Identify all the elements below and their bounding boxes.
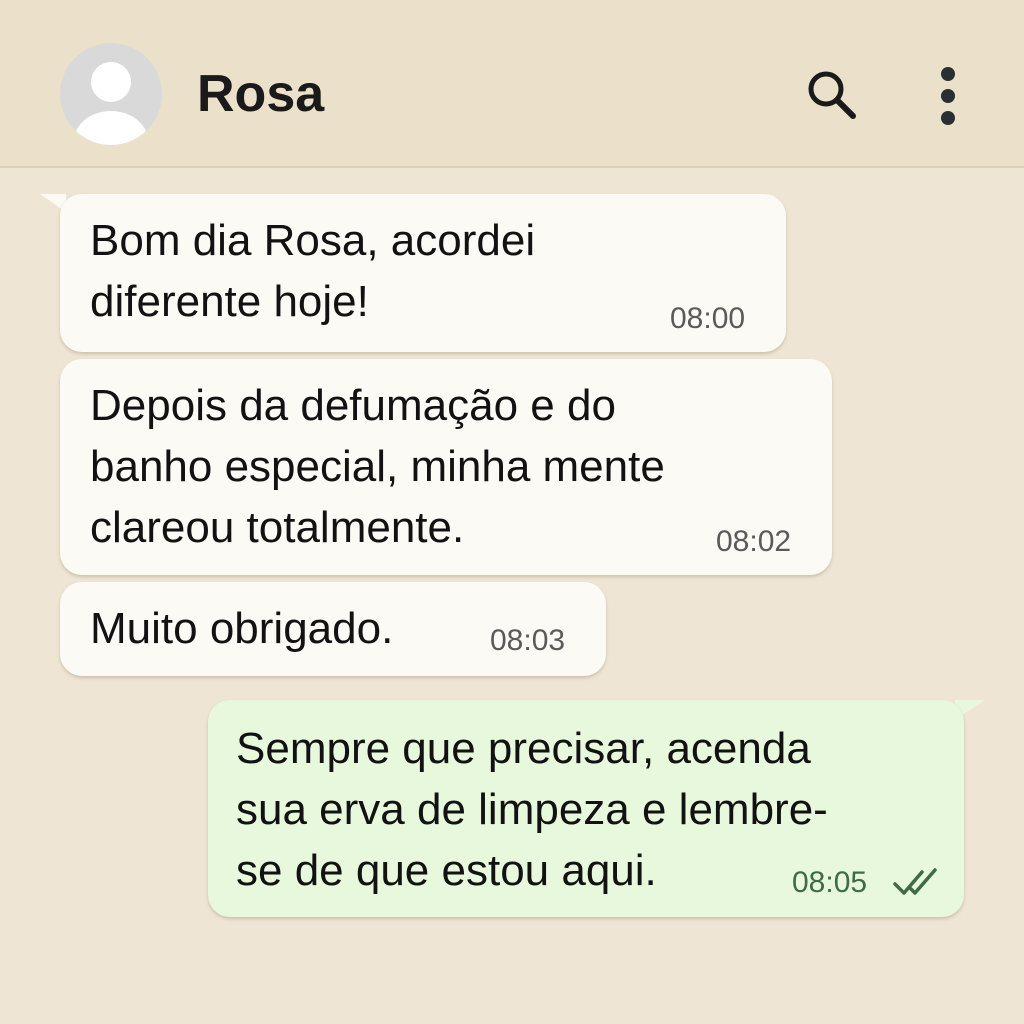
search-icon — [808, 71, 856, 119]
default-avatar-icon — [91, 62, 131, 102]
outgoing-message[interactable]: Sempre que precisar, acenda sua erva de … — [208, 700, 964, 917]
contact-name[interactable]: Rosa — [197, 62, 324, 126]
search-button[interactable] — [802, 64, 862, 124]
menu-button[interactable] — [930, 64, 970, 128]
message-text: Bom dia Rosa, acordei diferente hoje! — [90, 216, 536, 326]
incoming-message[interactable]: Bom dia Rosa, acordei diferente hoje! 08… — [60, 194, 786, 352]
chat-header: Rosa — [0, 0, 1024, 168]
message-time: 08:03 — [490, 624, 566, 657]
incoming-message[interactable]: Depois da defumação e do banho especial,… — [60, 359, 832, 575]
message-text: Muito obrigado. — [90, 604, 394, 653]
message-time: 08:02 — [716, 525, 792, 558]
message-time: 08:05 — [792, 866, 868, 899]
incoming-message[interactable]: Muito obrigado. 08:03 — [60, 582, 606, 676]
message-time: 08:00 — [670, 302, 746, 335]
message-text: Sempre que precisar, acenda sua erva de … — [236, 724, 828, 895]
contact-avatar[interactable] — [60, 43, 162, 145]
read-double-check-icon — [893, 868, 937, 895]
message-text: Depois da defumação e do banho especial,… — [90, 381, 665, 552]
more-vertical-icon — [941, 67, 955, 125]
